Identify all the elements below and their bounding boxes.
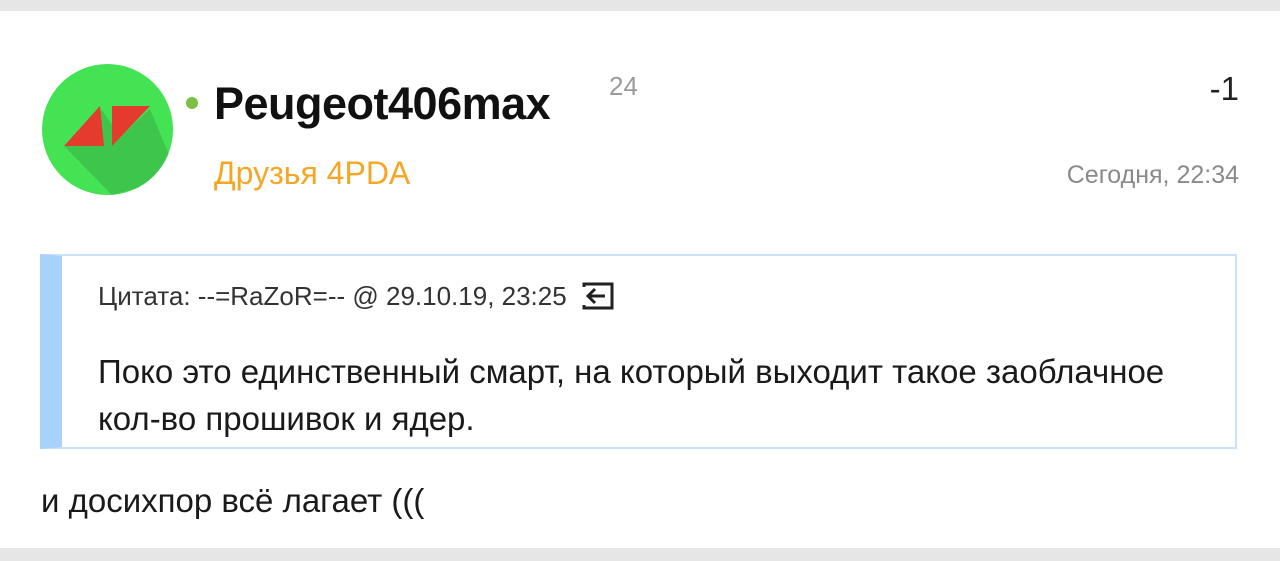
user-avatar[interactable]: [42, 64, 173, 195]
author-username[interactable]: Peugeot406max: [214, 75, 551, 133]
post-number[interactable]: -1: [1210, 69, 1239, 109]
quote-header-text: Цитата: --=RaZoR=-- @ 29.10.19, 23:25: [98, 281, 567, 311]
red-kite-logo-icon: [64, 106, 173, 195]
goto-quote-icon[interactable]: [581, 281, 615, 311]
post-date: Сегодня, 22:34: [1066, 161, 1239, 189]
quote-header: Цитата: --=RaZoR=-- @ 29.10.19, 23:25: [98, 278, 615, 314]
quote-block: Цитата: --=RaZoR=-- @ 29.10.19, 23:25 По…: [40, 254, 1237, 449]
author-group: Друзья 4PDA: [214, 155, 411, 191]
online-status-icon: [186, 97, 198, 109]
author-reputation[interactable]: 24: [609, 69, 638, 103]
forum-post: Peugeot406max 24 Друзья 4PDA -1 Сегодня,…: [0, 11, 1280, 548]
post-text: и досихпор всё лагает (((: [41, 482, 425, 519]
quote-text: Поко это единственный смарт, на который …: [98, 353, 1165, 437]
